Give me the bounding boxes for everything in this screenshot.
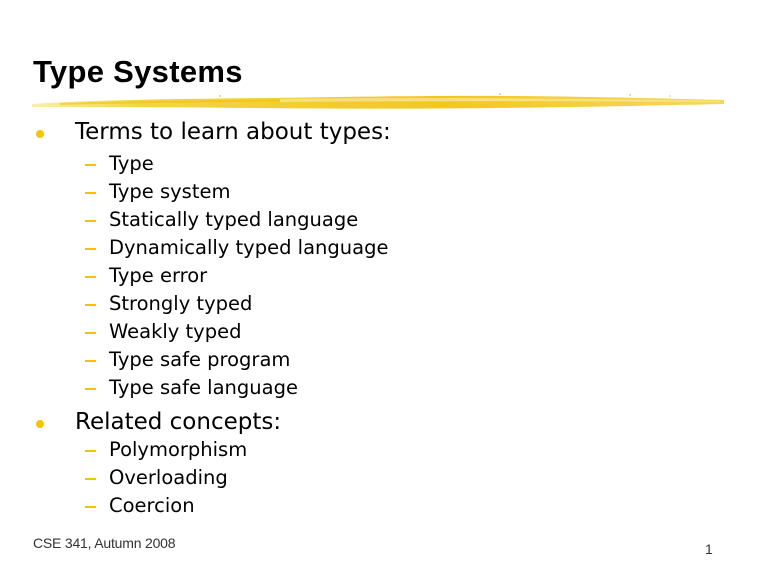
sub-bullet-text: Strongly typed (109, 292, 253, 315)
sub-bullet-text: Type error (109, 264, 208, 287)
dash-icon (85, 192, 96, 194)
sub-bullet-text: Type system (109, 180, 231, 203)
sub-bullet-text: Type (109, 152, 154, 175)
dash-icon (85, 388, 96, 390)
bullet-heading: Related concepts: (75, 409, 282, 435)
dash-icon (85, 304, 96, 306)
sub-bullet-text: Type safe program (109, 348, 291, 371)
bullet-dot-icon (36, 130, 44, 138)
dash-icon (85, 450, 96, 452)
sub-bullet-text: Dynamically typed language (109, 236, 389, 259)
dash-icon (85, 332, 96, 334)
footer-course: CSE 341, Autumn 2008 (33, 535, 176, 551)
sub-bullet-text: Overloading (109, 466, 228, 489)
footer-page-number: 1 (705, 541, 713, 557)
title-underline-brushstroke (32, 93, 724, 109)
slide: Type Systems Terms to learn about types:… (0, 0, 768, 576)
sub-bullet-text: Type safe language (109, 376, 298, 399)
dash-icon (85, 360, 96, 362)
sub-bullet-text: Polymorphism (109, 438, 248, 461)
sub-bullet-text: Coercion (109, 494, 195, 517)
dash-icon (85, 506, 96, 508)
dash-icon (85, 478, 96, 480)
dash-icon (85, 276, 96, 278)
dash-icon (85, 248, 96, 250)
sub-bullet-text: Statically typed language (109, 208, 359, 231)
bullet-dot-icon (36, 420, 44, 428)
dash-icon (85, 220, 96, 222)
slide-title: Type Systems (33, 54, 243, 89)
bullet-heading: Terms to learn about types: (75, 119, 391, 145)
dash-icon (85, 164, 96, 166)
sub-bullet-text: Weakly typed (109, 320, 242, 343)
